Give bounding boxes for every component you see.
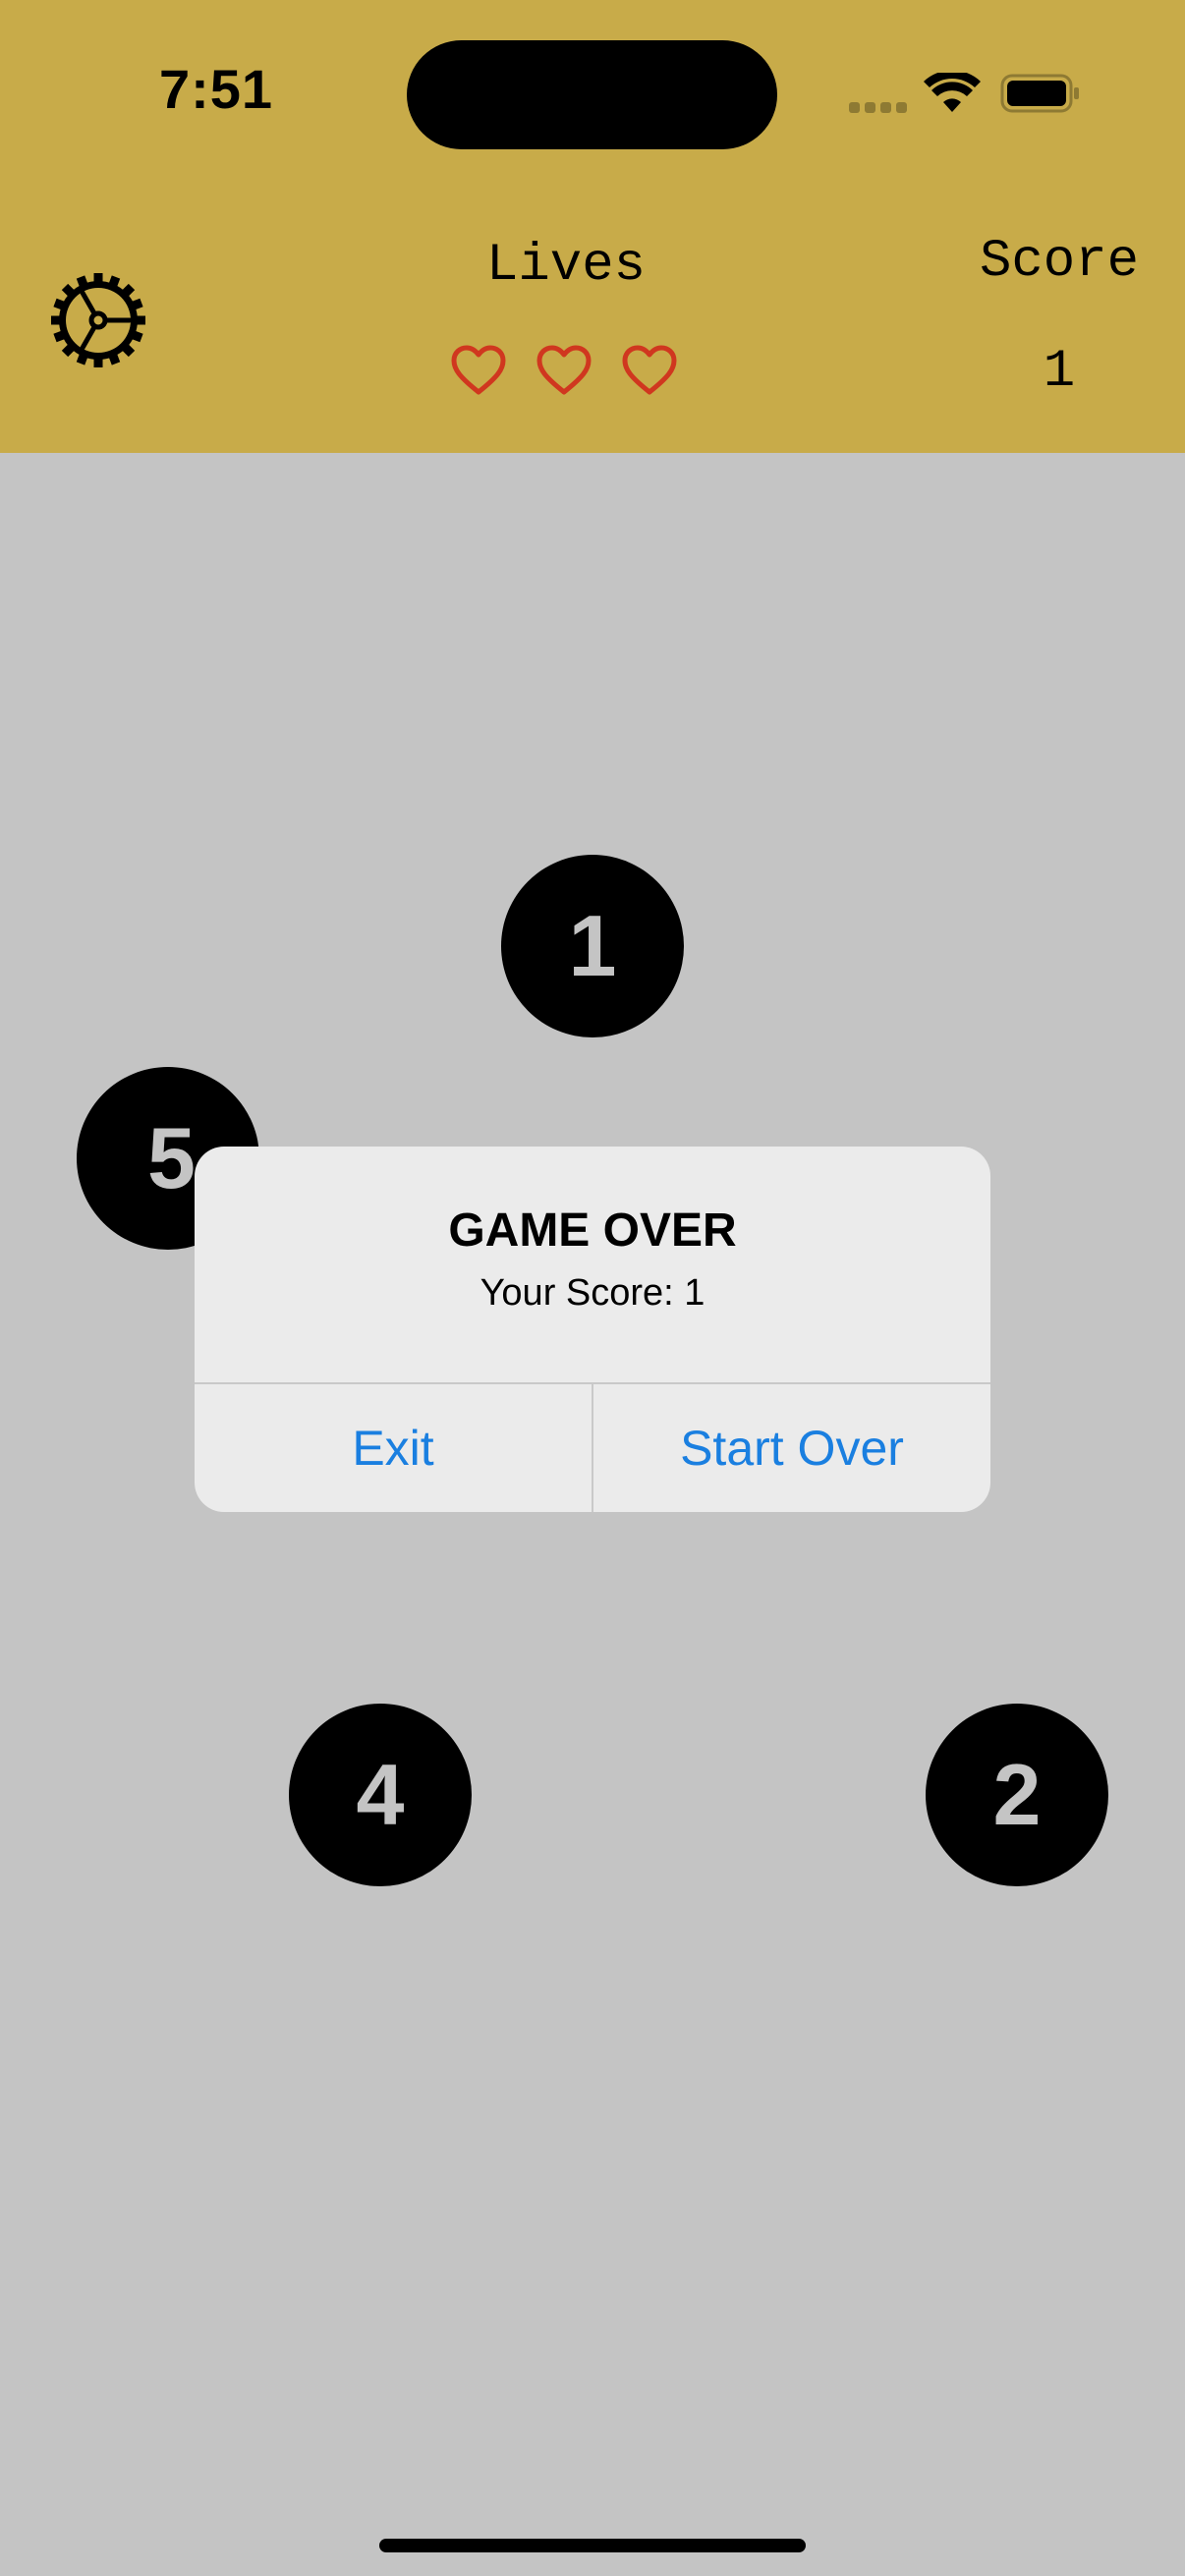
target-circle-1[interactable]: 1 (501, 855, 684, 1037)
start-over-button[interactable]: Start Over (593, 1384, 990, 1512)
wifi-icon (924, 73, 981, 112)
cellular-signal-icon (849, 102, 908, 114)
battery-icon (1000, 74, 1079, 113)
score-value: 1 (1043, 342, 1076, 402)
heart-icon (451, 345, 506, 395)
heart-icon (536, 345, 592, 395)
alert-title: GAME OVER (448, 1204, 737, 1257)
exit-button[interactable]: Exit (195, 1384, 592, 1512)
lives-hearts (450, 344, 686, 403)
lives-label: Lives (485, 236, 647, 296)
heart-icon (622, 345, 677, 395)
gear-icon[interactable] (49, 271, 147, 369)
dynamic-island (407, 40, 777, 149)
status-time: 7:51 (158, 58, 274, 120)
top-bar: 7:51 Lives Score 1 (0, 0, 1185, 453)
game-over-alert: GAME OVER Your Score: 1 Exit Start Over (195, 1147, 990, 1512)
alert-message: Your Score: 1 (480, 1272, 705, 1314)
score-label: Score (979, 232, 1140, 292)
target-circle-4[interactable]: 4 (289, 1704, 472, 1886)
target-label: 5 (147, 1109, 196, 1206)
home-indicator[interactable] (379, 2539, 806, 2552)
target-circle-2[interactable]: 2 (926, 1704, 1108, 1886)
